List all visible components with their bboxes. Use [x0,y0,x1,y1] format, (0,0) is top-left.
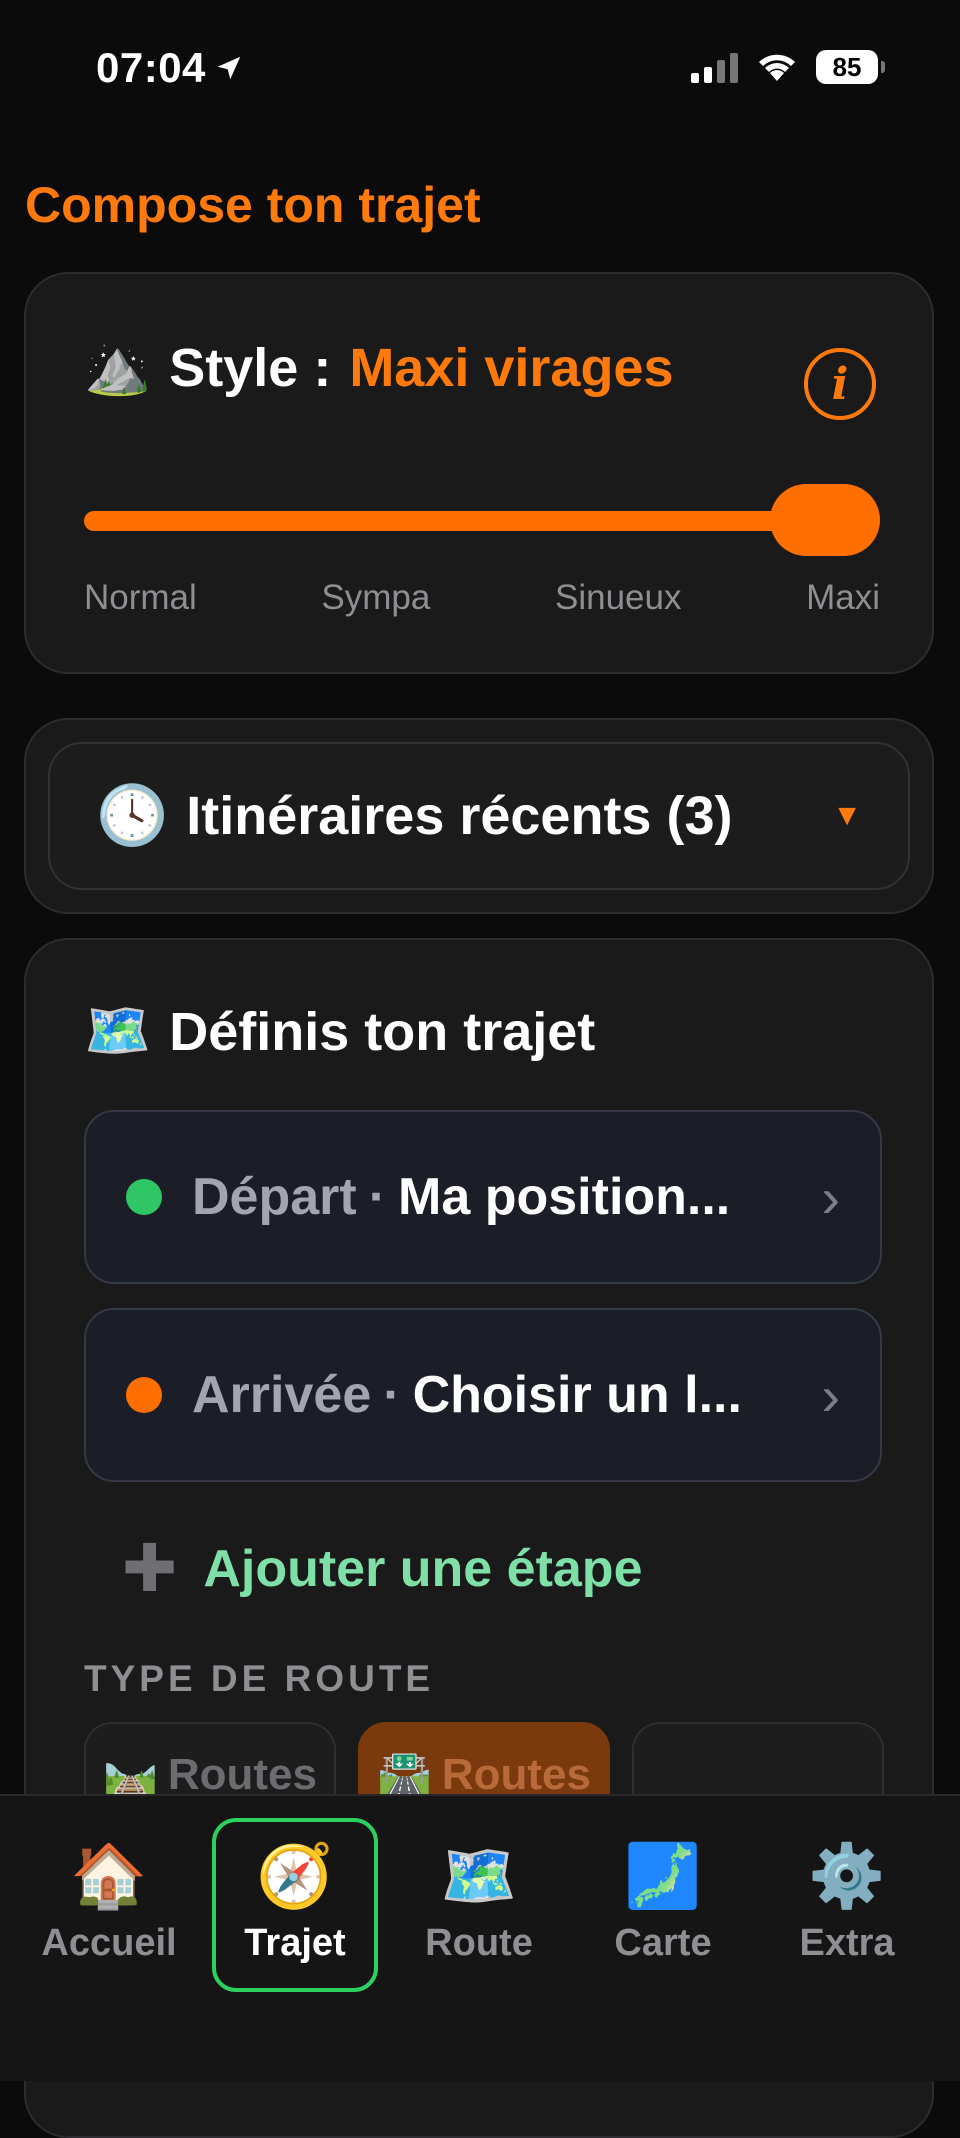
tab-extra[interactable]: ⚙️ Extra [764,1818,930,1992]
add-step-button[interactable]: ✚ Ajouter une étape [122,1530,643,1607]
style-label: Style : [169,337,332,398]
route-type-label: TYPE DE ROUTE [84,1658,435,1699]
slider-label-sympa[interactable]: Sympa [321,578,430,618]
arrival-dot-icon [126,1377,162,1413]
recent-itineraries-dropdown[interactable]: 🕓 Itinéraires récents (3) ▼ [48,742,910,890]
departure-label: Départ [192,1168,357,1226]
chevron-right-icon: › [821,1363,840,1427]
add-step-label: Ajouter une étape [203,1539,643,1598]
recent-card: 🕓 Itinéraires récents (3) ▼ [24,718,934,914]
define-route-title: Définis ton trajet [169,1001,596,1062]
recent-itineraries-label: Itinéraires récents (3) [186,786,733,846]
battery-indicator: 85 [816,50,885,84]
info-icon: i [831,358,849,410]
style-card: ⛰️ Style : Maxi virages i Normal Sympa S… [24,272,934,674]
caret-down-icon: ▼ [832,799,862,832]
location-arrow-icon [217,56,241,80]
arrival-label: Arrivée [192,1366,372,1424]
info-button[interactable]: i [804,348,876,420]
status-icons: 85 [691,50,885,84]
tab-route[interactable]: 🗺️ Route [396,1818,562,1992]
clock-icon: 🕓 [96,783,169,848]
page-title: Compose ton trajet [25,177,481,233]
tab-carte[interactable]: 🗾 Carte [580,1818,746,1992]
slider-label-maxi[interactable]: Maxi [806,578,880,618]
departure-dot-icon [126,1179,162,1215]
departure-value: Ma position... [398,1168,731,1226]
style-slider-labels: Normal Sympa Sinueux Maxi [84,578,880,618]
map-icon: 🗺️ [440,1841,518,1911]
chevron-right-icon: › [821,1165,840,1229]
slider-label-sinueux[interactable]: Sinueux [555,578,681,618]
style-header: ⛰️ Style : Maxi virages [84,336,674,399]
style-slider-thumb[interactable] [770,484,880,556]
arrival-value: Choisir un l... [412,1366,742,1424]
plus-icon: ✚ [122,1531,178,1605]
status-bar: 07:04 85 [0,0,960,140]
define-route-header: 🗺️ Définis ton trajet [84,1000,595,1063]
house-icon: 🏠 [70,1841,148,1911]
tab-accueil[interactable]: 🏠 Accueil [26,1818,192,1992]
departure-field[interactable]: Départ · Ma position... › [84,1110,882,1284]
style-value: Maxi virages [349,337,674,398]
separator-dot: · [383,1366,401,1424]
tab-bar: 🏠 Accueil 🧭 Trajet 🗺️ Route 🗾 Carte ⚙️ E… [0,1794,960,2081]
japan-map-icon: 🗾 [624,1841,702,1911]
tab-trajet[interactable]: 🧭 Trajet [212,1818,378,1992]
map-icon: 🗺️ [84,1001,152,1061]
gear-icon: ⚙️ [808,1841,886,1911]
separator-dot: · [368,1168,387,1226]
arrival-field[interactable]: Arrivée · Choisir un l... › [84,1308,882,1482]
style-slider-track[interactable] [84,511,854,531]
wifi-icon [759,54,795,81]
mountain-icon: ⛰️ [84,337,152,397]
compass-icon: 🧭 [256,1841,334,1911]
status-time: 07:04 [96,44,244,92]
cellular-signal-icon [691,51,738,83]
slider-label-normal[interactable]: Normal [84,578,197,618]
